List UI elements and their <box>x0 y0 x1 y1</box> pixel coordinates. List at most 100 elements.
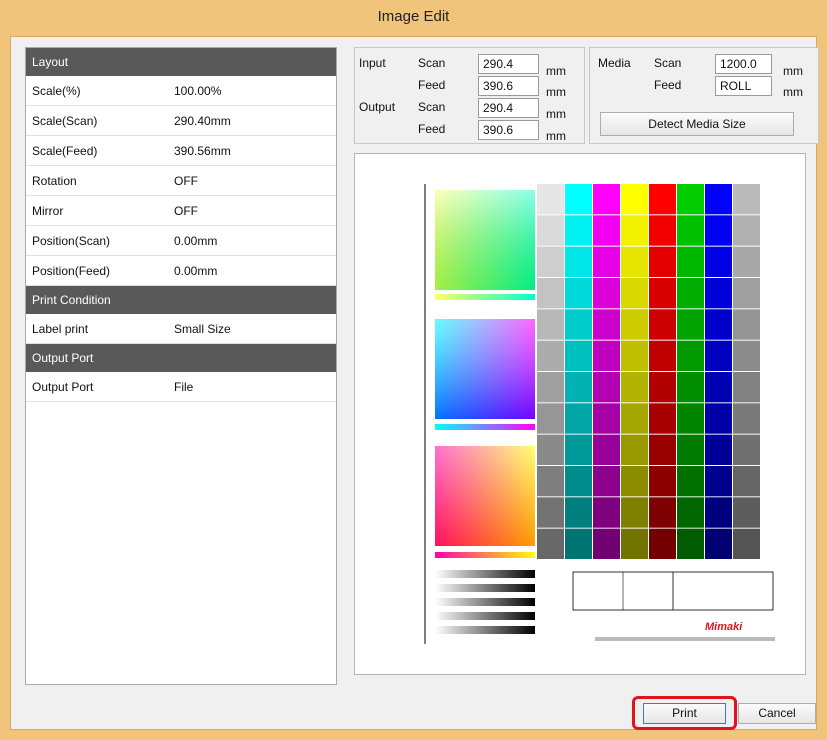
unit-label: mm <box>546 64 566 78</box>
property-row-scale-scan[interactable]: Scale(Scan) 290.40mm <box>26 106 336 136</box>
color-bar-shade <box>705 215 732 246</box>
color-bar-shade <box>593 309 620 340</box>
property-key: Scale(Feed) <box>32 143 98 158</box>
property-key: Position(Feed) <box>32 263 111 278</box>
property-key: Position(Scan) <box>32 233 111 248</box>
color-bar-shade <box>537 372 564 403</box>
color-bar-shade <box>677 466 704 497</box>
property-key: Output Port <box>32 379 94 394</box>
color-bar-shade <box>677 403 704 434</box>
color-bar-shade <box>593 528 620 559</box>
output-label: Output <box>359 100 396 114</box>
color-bar-shade <box>565 403 592 434</box>
property-row-scale-percent[interactable]: Scale(%) 100.00% <box>26 76 336 106</box>
print-preview: Mimaki <box>354 153 806 675</box>
color-bar-shade <box>649 215 676 246</box>
detect-media-size-button[interactable]: Detect Media Size <box>600 112 794 136</box>
color-bar-shade <box>649 309 676 340</box>
color-bar-shade <box>705 372 732 403</box>
media-feed-label: Feed <box>654 78 682 92</box>
color-bar-shade <box>621 372 648 403</box>
cancel-button[interactable]: Cancel <box>738 703 816 724</box>
property-row-mirror[interactable]: Mirror OFF <box>26 196 336 226</box>
color-bar-shade <box>733 246 760 277</box>
property-value[interactable]: OFF <box>174 204 336 218</box>
property-value[interactable]: File <box>174 380 336 394</box>
color-bar-shade <box>649 434 676 465</box>
property-row-position-scan[interactable]: Position(Scan) 0.00mm <box>26 226 336 256</box>
property-value[interactable]: 290.40mm <box>174 114 336 128</box>
color-bar-shade <box>621 497 648 528</box>
color-bar-shade <box>621 403 648 434</box>
color-bar-shade <box>733 434 760 465</box>
property-row-output-port[interactable]: Output Port File <box>26 372 336 402</box>
color-bar-shade <box>705 309 732 340</box>
color-bar-shade <box>705 528 732 559</box>
print-button[interactable]: Print <box>643 703 726 724</box>
size-group: Input Scan 290.4 mm Feed 390.6 mm Output… <box>354 47 585 144</box>
input-scan-field[interactable]: 290.4 <box>478 54 539 74</box>
section-header-print-condition: Print Condition <box>26 286 336 314</box>
color-bar-shade <box>537 434 564 465</box>
color-bar-shade <box>565 497 592 528</box>
color-bar-shade <box>677 246 704 277</box>
color-bar-shade <box>565 372 592 403</box>
color-bar-shade <box>733 278 760 309</box>
brand-logo: Mimaki <box>705 621 743 633</box>
property-value[interactable]: 100.00% <box>174 84 336 98</box>
color-bar-shade <box>677 497 704 528</box>
section-header-layout: Layout <box>26 48 336 76</box>
property-key: Mirror <box>32 203 64 218</box>
media-feed-field[interactable]: ROLL <box>715 76 772 96</box>
color-bar-shade <box>593 246 620 277</box>
color-bar-shade <box>705 434 732 465</box>
input-label: Input <box>359 56 386 70</box>
color-bar-shade <box>537 497 564 528</box>
property-row-position-feed[interactable]: Position(Feed) 0.00mm <box>26 256 336 286</box>
property-panel: Layout Scale(%) 100.00% Scale(Scan) 290.40… <box>25 47 337 685</box>
color-bar-shade <box>677 528 704 559</box>
color-bar-shade <box>593 434 620 465</box>
section-header-output-port: Output Port <box>26 344 336 372</box>
property-value[interactable]: 390.56mm <box>174 144 336 158</box>
output-scan-field[interactable]: 290.4 <box>478 98 539 118</box>
color-bar-shade <box>537 340 564 371</box>
input-feed-field[interactable]: 390.6 <box>478 76 539 96</box>
property-value[interactable]: 0.00mm <box>174 234 336 248</box>
output-feed-field[interactable]: 390.6 <box>478 120 539 140</box>
color-bar-shade <box>593 340 620 371</box>
media-scan-field[interactable]: 1200.0 <box>715 54 772 74</box>
property-value[interactable]: OFF <box>174 174 336 188</box>
color-bar-shade <box>733 215 760 246</box>
property-key: Scale(Scan) <box>32 113 98 128</box>
property-row-scale-feed[interactable]: Scale(Feed) 390.56mm <box>26 136 336 166</box>
color-bar-shade <box>621 246 648 277</box>
color-bar-shade <box>733 497 760 528</box>
property-key: Rotation <box>32 173 77 188</box>
test-chart-preview: Mimaki <box>424 184 775 644</box>
color-bar-shade <box>649 528 676 559</box>
color-bar-shade <box>537 528 564 559</box>
color-bar-shade <box>649 340 676 371</box>
color-bar-shade <box>621 528 648 559</box>
color-bar-shade <box>593 215 620 246</box>
color-bar-shade <box>733 403 760 434</box>
unit-label: mm <box>546 129 566 143</box>
color-bar-shade <box>621 340 648 371</box>
unit-label: mm <box>546 85 566 99</box>
color-bar-shade <box>621 434 648 465</box>
input-scan-label: Scan <box>418 56 446 70</box>
property-row-rotation[interactable]: Rotation OFF <box>26 166 336 196</box>
property-value[interactable]: Small Size <box>174 322 336 336</box>
color-bar-shade <box>565 434 592 465</box>
output-scan-label: Scan <box>418 100 446 114</box>
color-bar-shade <box>621 466 648 497</box>
property-value[interactable]: 0.00mm <box>174 264 336 278</box>
color-bar-shade <box>593 497 620 528</box>
color-bar-shade <box>593 372 620 403</box>
color-bar-shade <box>705 497 732 528</box>
unit-label: mm <box>546 107 566 121</box>
color-bar-shade <box>649 246 676 277</box>
property-row-label-print[interactable]: Label print Small Size <box>26 314 336 344</box>
color-bar-shade <box>537 246 564 277</box>
